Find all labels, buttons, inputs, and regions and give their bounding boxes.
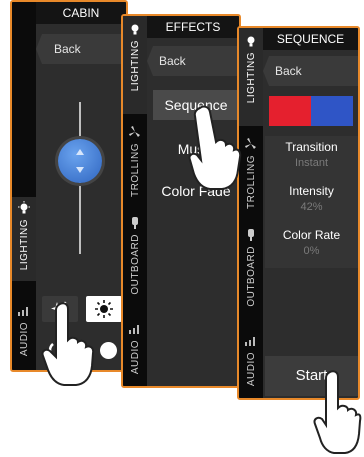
transition-label: Transition [285,140,338,154]
effects-title: EFFECTS [147,16,239,38]
tab-outboard-label: OUTBOARD [245,246,257,307]
tab-lighting[interactable]: LIGHTING [12,197,36,281]
tab-lighting-label: LIGHTING [129,40,141,92]
cabin-title: CABIN [36,2,126,24]
sequence-panel: LIGHTING TROLLING OUTBOARD AUDIO SEQUENC… [237,26,360,400]
fan-icon [244,137,258,151]
bulb-icon [17,201,31,215]
tab-outboard[interactable]: OUTBOARD [123,212,147,314]
hand-pointer-icon [41,302,95,386]
tab-lighting[interactable]: LIGHTING [123,16,147,114]
color-swatch-1[interactable] [269,96,311,126]
tab-audio[interactable]: AUDIO [12,300,36,370]
tab-outboard[interactable]: OUTBOARD [239,224,263,326]
toggle-dot [100,342,117,359]
color-rate-value: 0% [303,245,320,257]
color-rate-setting[interactable]: Color Rate 0% [265,224,358,268]
up-down-arrows-icon [76,149,84,173]
intensity-label: Intensity [289,184,334,198]
sun-icon [95,300,113,318]
back-button[interactable]: Back [36,34,126,64]
outboard-icon [244,228,258,242]
tab-lighting-label: LIGHTING [245,52,257,104]
transition-value: Instant [294,157,329,169]
back-button[interactable]: Back [147,46,239,76]
tab-trolling[interactable]: TROLLING [123,121,147,215]
effects-panel: LIGHTING TROLLING OUTBOARD AUDIO EFFECTS… [121,14,241,388]
tab-trolling[interactable]: TROLLING [239,133,263,227]
sequence-sidebar: LIGHTING TROLLING OUTBOARD AUDIO [239,28,263,398]
bulb-icon [128,22,142,36]
tab-audio-label: AUDIO [18,322,30,357]
tab-audio-label: AUDIO [129,340,141,375]
back-button[interactable]: Back [263,56,358,86]
hand-pointer-icon [313,370,362,454]
bulb-icon [244,34,258,48]
hand-pointer-icon [188,105,242,190]
transition-setting[interactable]: Transition Instant [265,136,358,180]
effects-sidebar: LIGHTING TROLLING OUTBOARD AUDIO [123,16,147,386]
tab-trolling-label: TROLLING [245,155,257,210]
tab-audio[interactable]: AUDIO [239,330,263,398]
audio-bars-icon [244,334,258,348]
tab-audio[interactable]: AUDIO [123,318,147,386]
intensity-value: 42% [300,201,323,213]
intensity-setting[interactable]: Intensity 42% [265,180,358,224]
tab-outboard-label: OUTBOARD [129,234,141,295]
audio-bars-icon [17,304,31,318]
cabin-sidebar: LIGHTING AUDIO [12,2,36,370]
sequence-title: SEQUENCE [263,28,358,50]
tab-lighting[interactable]: LIGHTING [239,28,263,126]
tab-audio-label: AUDIO [245,352,257,387]
tab-lighting-label: LIGHTING [18,219,30,271]
color-rate-label: Color Rate [282,228,341,242]
audio-bars-icon [128,322,142,336]
fan-icon [128,125,142,139]
brightness-slider-knob[interactable] [58,139,102,183]
tab-trolling-label: TROLLING [129,143,141,198]
color-swatch-2[interactable] [311,96,353,126]
outboard-icon [128,216,142,230]
color-swatches[interactable] [269,96,353,126]
